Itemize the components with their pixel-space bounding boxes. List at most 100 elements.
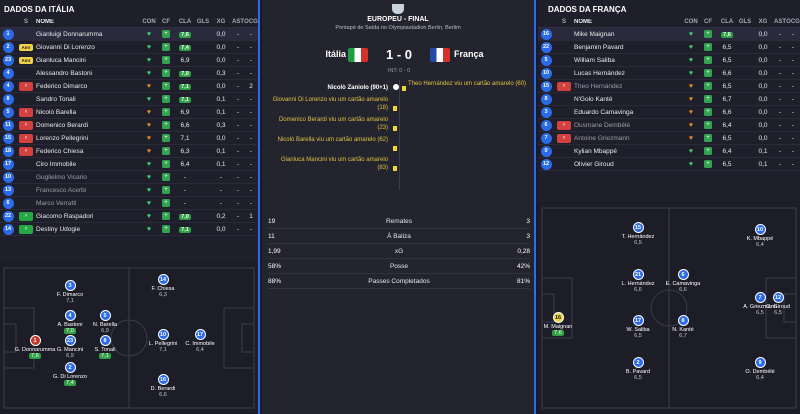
player-name[interactable]: Federico Chiesa xyxy=(36,148,140,155)
pitch-player[interactable]: 6 E. Camavinga 6,6 xyxy=(653,269,713,293)
player-row[interactable]: 6 Marco Verratti ♥ + - - - - xyxy=(0,197,258,210)
squad-number-cell: 7 xyxy=(538,132,554,144)
rating-cell: 7,1 xyxy=(174,226,196,233)
header-gls[interactable]: GLS xyxy=(738,19,752,25)
player-row[interactable]: 11 ‹ Domenico Berardi ♥ +6,6 0,3 - - xyxy=(0,119,258,132)
player-name[interactable]: Giacomo Raspadori xyxy=(36,213,140,220)
pitch-player[interactable]: 17 C. Immobile 6,4 xyxy=(170,329,230,353)
player-row[interactable]: 22 Benjamin Pavard ♥ +6,5 0,0 - - xyxy=(538,41,800,54)
player-name[interactable]: Benjamin Pavard xyxy=(574,44,682,51)
player-name[interactable]: Nicolò Barella xyxy=(36,109,140,116)
sub-off-icon: ‹ xyxy=(19,146,33,156)
player-row[interactable]: 13 Francesco Acerbi ♥ + - - - - xyxy=(0,184,258,197)
player-row[interactable]: 1 Gianluigi Donnarumma ♥ +7,6 0,0 - - xyxy=(0,28,258,41)
player-row[interactable]: 22 › Giacomo Raspadori ♥ +7,0 0,2 - 1 xyxy=(0,210,258,223)
player-name[interactable]: Federico Dimarco xyxy=(36,83,140,90)
player-name[interactable]: Ousmane Dembélé xyxy=(574,122,682,129)
header-ocg[interactable]: OCG xyxy=(244,19,258,25)
player-name[interactable]: Lucas Hernández xyxy=(574,70,682,77)
header-name[interactable]: NOME xyxy=(574,19,682,25)
header-cf[interactable]: CF xyxy=(700,19,716,25)
pitch-player[interactable]: 8 S. Tonali 7,1 xyxy=(75,335,135,359)
header-s[interactable]: S xyxy=(554,19,574,25)
squad-number: 15 xyxy=(2,132,14,144)
player-row[interactable]: 4 ‹ Federico Dimarco ♥ +7,1 0,0 - 2 xyxy=(0,80,258,93)
player-name[interactable]: Gianluigi Donnarumma xyxy=(36,31,140,38)
player-name[interactable]: William Saliba xyxy=(574,57,682,64)
player-name[interactable]: Guglielmo Vicario xyxy=(36,174,140,181)
player-name[interactable]: N'Golo Kanté xyxy=(574,96,682,103)
header-cla[interactable]: CLA xyxy=(174,19,196,25)
fitness-cell: + xyxy=(158,69,174,77)
pitch-player[interactable]: 16 D. Berardi 6,6 xyxy=(133,374,193,398)
player-row[interactable]: 7 ‹ Antoine Griezmann ♥ +6,5 0,0 - - xyxy=(538,132,800,145)
pitch-player[interactable]: 14 F. Chiesa 6,3 xyxy=(133,274,193,298)
player-name[interactable]: Giovanni Di Lorenzo xyxy=(36,44,140,51)
pitch-player[interactable]: 16 M. Maignan 7,6 xyxy=(538,312,588,336)
header-ast[interactable]: AST xyxy=(774,19,786,25)
header-s[interactable]: S xyxy=(16,19,36,25)
player-row[interactable]: 15 ‹ Theo Hernández ♥ +6,5 0,0 - - xyxy=(538,80,800,93)
pitch-player[interactable]: 2 G. Di Lorenzo 7,4 xyxy=(40,362,100,386)
player-name[interactable]: Domenico Berardi xyxy=(36,122,140,129)
player-name[interactable]: Kylian Mbappé xyxy=(574,148,682,155)
player-name[interactable]: Marco Verratti xyxy=(36,200,140,207)
header-ast[interactable]: AST xyxy=(232,19,244,25)
player-row[interactable]: 2 Amr Giovanni Di Lorenzo ♥ +7,4 0,0 - - xyxy=(0,41,258,54)
player-name[interactable]: Gianluca Mancini xyxy=(36,57,140,64)
player-row[interactable]: 16 Mike Maignan ♥ +7,6 0,0 - - xyxy=(538,28,800,41)
player-name[interactable]: Antoine Griezmann xyxy=(574,135,682,142)
header-ocg[interactable]: OCG xyxy=(786,19,800,25)
player-row[interactable]: 6 ‹ Ousmane Dembélé ♥ +6,4 0,0 - - xyxy=(538,119,800,132)
player-row[interactable]: 8 Sandro Tonali ♥ +7,1 0,1 - - xyxy=(0,93,258,106)
player-name[interactable]: Destiny Udogie xyxy=(36,226,140,233)
player-row[interactable]: 23 Amr Gianluca Mancini ♥ +6,9 0,0 - - xyxy=(0,54,258,67)
header-xg[interactable]: XG xyxy=(752,19,774,25)
rating-cell: 7,1 xyxy=(174,83,196,90)
player-name[interactable]: Alessandro Bastoni xyxy=(36,70,140,77)
player-name[interactable]: Eduardo Camavinga xyxy=(574,109,682,116)
squad-number: 15 xyxy=(540,80,552,92)
pitch-player[interactable]: 2 B. Pavard 6,5 xyxy=(608,357,668,381)
player-row[interactable]: 14 › Destiny Udogie ♥ +7,1 0,0 - - xyxy=(0,223,258,236)
header-con[interactable]: CON xyxy=(682,19,700,25)
player-row[interactable]: 10 Guglielmo Vicario ♥ + - - - - xyxy=(0,171,258,184)
pitch-player[interactable]: 8 N. Kanté 6,7 xyxy=(653,315,713,339)
player-row[interactable]: 12 Olivier Giroud ♥ +6,5 0,1 - - xyxy=(538,158,800,171)
header-con[interactable]: CON xyxy=(140,19,158,25)
player-row[interactable]: 4 Alessandro Bastoni ♥ +7,0 0,3 - - xyxy=(0,67,258,80)
header-xg[interactable]: XG xyxy=(210,19,232,25)
header-cla[interactable]: CLA xyxy=(716,19,738,25)
fitness-cell: + xyxy=(700,95,716,103)
player-row[interactable]: 5 William Saliba ♥ +6,5 0,0 - - xyxy=(538,54,800,67)
player-name[interactable]: Olivier Giroud xyxy=(574,161,682,168)
pitch-player[interactable]: 3 F. Dimarco 7,1 xyxy=(40,280,100,304)
player-name[interactable]: Sandro Tonali xyxy=(36,96,140,103)
player-row[interactable]: 15 ‹ Lorenzo Pellegrini ♥ +7,1 0,0 - - xyxy=(0,132,258,145)
shirt-number-icon: 17 xyxy=(194,329,206,340)
away-team-name[interactable]: França xyxy=(454,49,484,59)
player-row[interactable]: 8 N'Golo Kanté ♥ +6,7 0,0 - - xyxy=(538,93,800,106)
france-formation-pitch: 16 M. Maignan 7,6 15 T. Hernández 6,5 21 L. Her… xyxy=(538,202,800,414)
pitch-player[interactable]: 15 T. Hernández 6,5 xyxy=(608,222,668,246)
shirt-number-icon: 14 xyxy=(157,274,169,285)
condition-cell: ♥ xyxy=(140,122,158,129)
pitch-player[interactable]: 9 O. Dembélé 6,4 xyxy=(730,357,790,381)
player-name[interactable]: Ciro Immobile xyxy=(36,161,140,168)
header-gls[interactable]: GLS xyxy=(196,19,210,25)
player-row[interactable]: 17 Ciro Immobile ♥ +6,4 0,1 - - xyxy=(0,158,258,171)
player-name[interactable]: Theo Hernández xyxy=(574,83,682,90)
player-row[interactable]: 18 ‹ Federico Chiesa ♥ +6,3 0,1 - - xyxy=(0,145,258,158)
header-cf[interactable]: CF xyxy=(158,19,174,25)
pitch-player[interactable]: 10 K. Mbappé 6,4 xyxy=(730,224,790,248)
header-name[interactable]: NOME xyxy=(36,19,140,25)
player-name[interactable]: Francesco Acerbi xyxy=(36,187,140,194)
pitch-player[interactable]: 12 O. Giroud 6,5 xyxy=(748,292,800,316)
player-row[interactable]: 3 Eduardo Camavinga ♥ +6,6 0,0 - - xyxy=(538,106,800,119)
player-row[interactable]: 10 Lucas Hernández ♥ +6,6 0,0 - - xyxy=(538,67,800,80)
player-row[interactable]: 5 ‹ Nicolò Barella ♥ +6,9 0,1 - - xyxy=(0,106,258,119)
pitch-player[interactable]: 5 N. Barella 6,9 xyxy=(75,310,135,334)
player-name[interactable]: Lorenzo Pellegrini xyxy=(36,135,140,142)
player-row[interactable]: 9 Kylian Mbappé ♥ +6,4 0,1 - - xyxy=(538,145,800,158)
player-name[interactable]: Mike Maignan xyxy=(574,31,682,38)
